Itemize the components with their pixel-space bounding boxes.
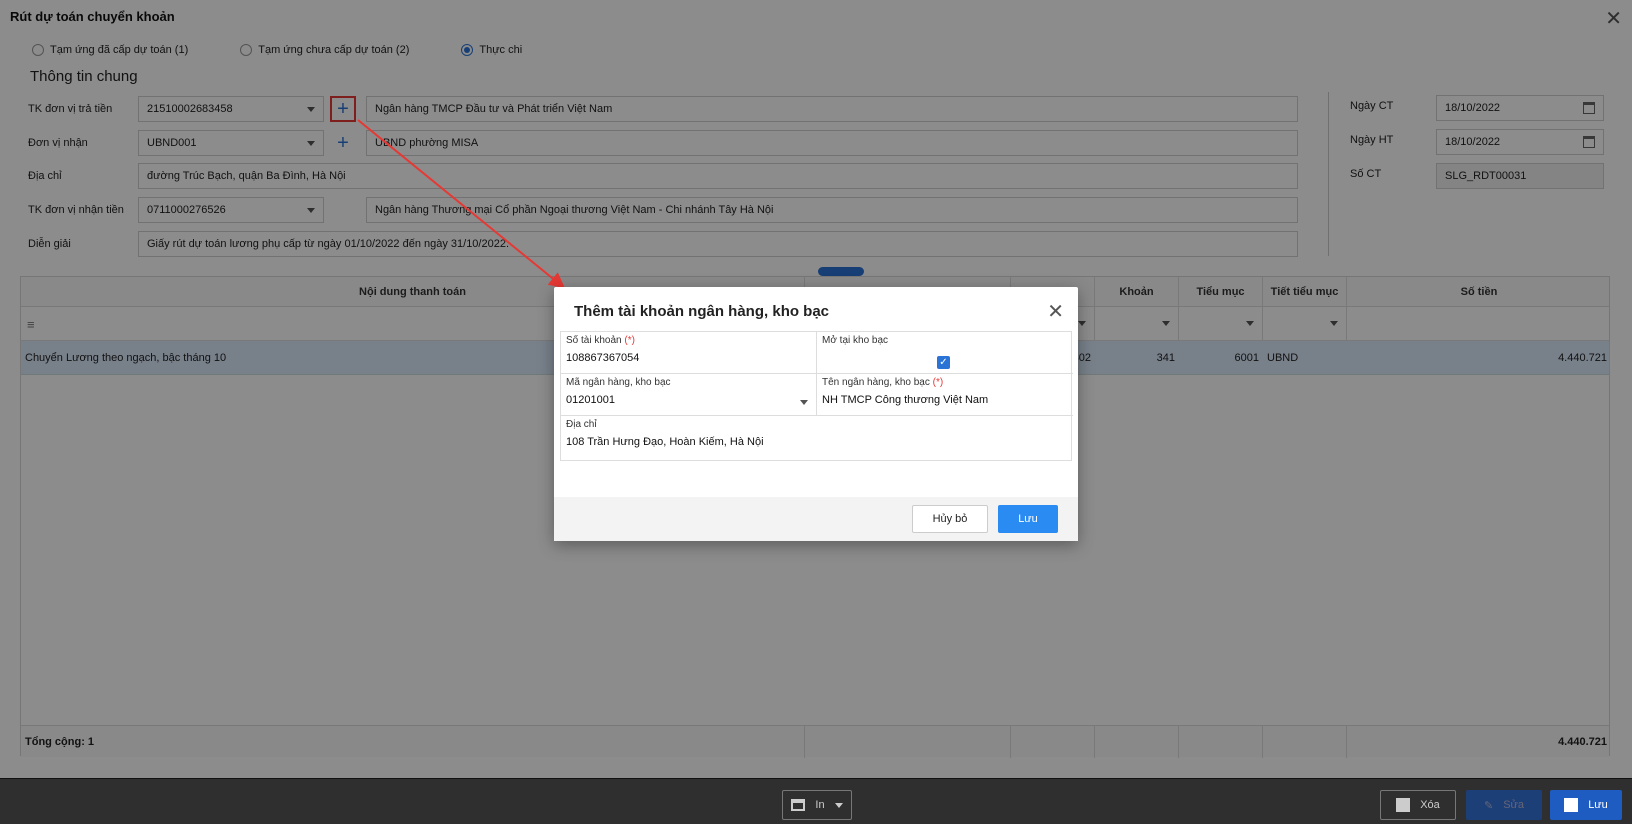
dialog-form: Số tài khoản (*) 108867367054 Mở tại kho…: [560, 331, 1073, 461]
save-label: Lưu: [1588, 799, 1608, 811]
chevron-down-icon: [800, 400, 808, 405]
dialog-save-button[interactable]: Lưu: [998, 505, 1058, 533]
edit-label: Sửa: [1503, 799, 1525, 811]
add-bank-account-dialog: Thêm tài khoản ngân hàng, kho bạc ✕ Số t…: [554, 287, 1078, 541]
account-number-value: 108867367054: [566, 352, 640, 364]
close-icon[interactable]: ✕: [1047, 299, 1064, 324]
bank-name-value: NH TMCP Công thương Việt Nam: [822, 394, 989, 406]
bottom-toolbar: In Xóa ✎ Sửa Lưu: [0, 778, 1632, 824]
trash-icon: [1396, 798, 1411, 812]
printer-icon: [791, 799, 806, 811]
bank-code-select[interactable]: Mã ngân hàng, kho bạc 01201001: [561, 374, 817, 416]
print-button[interactable]: In: [782, 790, 852, 820]
dialog-address-value: 108 Trần Hưng Đạo, Hoàn Kiếm, Hà Nội: [566, 436, 764, 448]
account-number-label: Số tài khoản: [566, 335, 622, 346]
bank-code-value: 01201001: [566, 394, 615, 406]
pencil-icon: ✎: [1483, 799, 1494, 812]
delete-label: Xóa: [1420, 799, 1440, 811]
dialog-address-label: Địa chỉ: [566, 419, 597, 430]
cancel-button[interactable]: Hủy bỏ: [912, 505, 988, 533]
bank-name-label: Tên ngân hàng, kho bạc: [822, 377, 930, 388]
required-mark: (*): [624, 335, 635, 346]
bank-code-label: Mã ngân hàng, kho bạc: [566, 377, 671, 388]
bank-name-field[interactable]: Tên ngân hàng, kho bạc (*) NH TMCP Công …: [817, 374, 1073, 416]
required-mark: (*): [932, 377, 944, 388]
dialog-address-field[interactable]: Địa chỉ 108 Trần Hưng Đạo, Hoàn Kiếm, Hà…: [561, 416, 1073, 460]
save-button[interactable]: Lưu: [1550, 790, 1622, 820]
floppy-icon: [1564, 798, 1579, 812]
chevron-down-icon: [834, 802, 843, 808]
edit-button[interactable]: ✎ Sửa: [1466, 790, 1542, 820]
account-number-field[interactable]: Số tài khoản (*) 108867367054: [561, 332, 817, 374]
opened-at-treasury-label: Mở tại kho bạc: [822, 335, 889, 346]
dialog-footer: Hủy bỏ Lưu: [554, 497, 1078, 541]
opened-at-treasury-field: Mở tại kho bạc ✓: [817, 332, 1073, 374]
check-icon[interactable]: ✓: [937, 356, 950, 369]
dialog-title: Thêm tài khoản ngân hàng, kho bạc: [574, 303, 830, 320]
delete-button[interactable]: Xóa: [1380, 790, 1456, 820]
print-label: In: [815, 799, 825, 811]
